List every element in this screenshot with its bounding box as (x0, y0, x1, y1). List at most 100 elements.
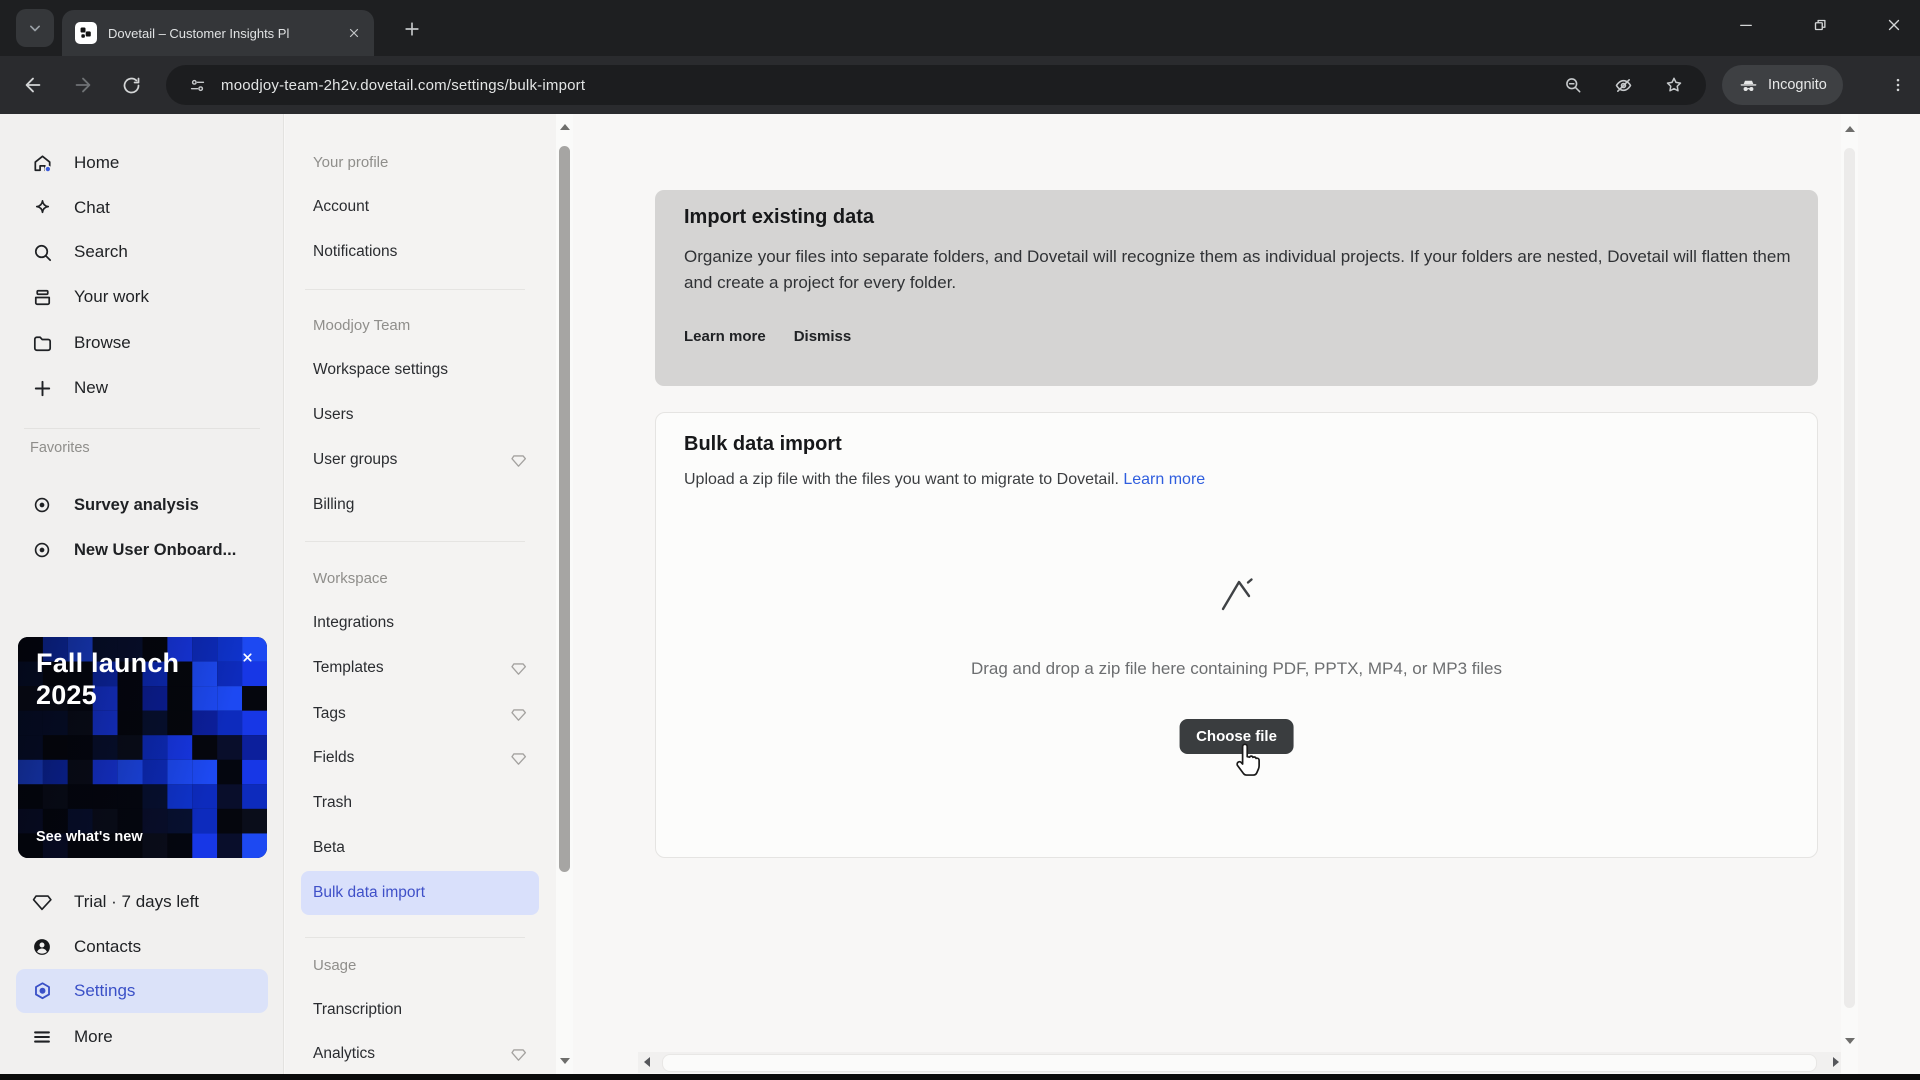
card-title: Bulk data import (684, 433, 842, 456)
gem-icon (510, 660, 527, 677)
sidebar-item-search[interactable]: Search (16, 232, 268, 272)
sidebar-item-contacts[interactable]: Contacts (16, 927, 268, 967)
app-sidebar: Home Chat Search Your work Browse N (0, 114, 284, 1074)
tab-search-button[interactable] (16, 9, 54, 47)
nav-item-workspace-settings[interactable]: Workspace settings (301, 352, 539, 388)
nav-item-label: Workspace settings (313, 361, 448, 379)
scroll-up-arrow-icon[interactable] (1845, 126, 1855, 132)
scroll-left-arrow-icon[interactable] (644, 1057, 650, 1067)
scroll-right-arrow-icon[interactable] (1833, 1057, 1839, 1067)
sidebar-item-home[interactable]: Home (16, 143, 268, 183)
zoom-out-icon[interactable] (1563, 75, 1583, 95)
sidebar-item-label: Contacts (74, 937, 141, 957)
main-scrollbar[interactable] (1841, 114, 1858, 1074)
learn-more-link[interactable]: Learn more (1123, 471, 1205, 488)
address-bar[interactable]: moodjoy-team-2h2v.dovetail.com/settings/… (166, 65, 1706, 105)
sidebar-item-your-work[interactable]: Your work (16, 277, 268, 317)
sidebar-item-more[interactable]: More (16, 1017, 268, 1057)
close-button[interactable] (1882, 13, 1906, 37)
gem-icon (510, 1046, 527, 1063)
horizontal-scrollbar[interactable] (638, 1052, 1845, 1073)
nav-item-users[interactable]: Users (301, 397, 539, 433)
favorite-item-new-user-onboarding[interactable]: New User Onboard... (16, 530, 268, 570)
nav-item-fields[interactable]: Fields (301, 740, 539, 776)
scroll-up-arrow-icon[interactable] (560, 124, 570, 130)
nav-item-label: Trash (313, 794, 352, 812)
sidebar-item-label: Settings (74, 981, 135, 1001)
nav-item-beta[interactable]: Beta (301, 830, 539, 866)
address-bar-actions (1563, 75, 1692, 96)
minimize-button[interactable] (1734, 13, 1758, 37)
sparkle-icon (30, 196, 54, 220)
nav-item-templates[interactable]: Templates (301, 650, 539, 686)
promo-card[interactable]: Fall launch 2025 See what's new (18, 637, 267, 858)
nav-item-tags[interactable]: Tags (301, 696, 539, 732)
dropzone-text: Drag and drop a zip file here containing… (656, 659, 1817, 679)
scrollbar-thumb[interactable] (662, 1054, 1817, 1072)
nav-item-user-groups[interactable]: User groups (301, 442, 539, 478)
browser-toolbar: moodjoy-team-2h2v.dovetail.com/settings/… (0, 56, 1920, 114)
nav-item-analytics[interactable]: Analytics (301, 1036, 539, 1072)
scrollbar-thumb[interactable] (559, 146, 570, 872)
reload-icon (121, 75, 142, 96)
sidebar-item-label: Trial · 7 days left (74, 892, 199, 912)
plus-icon (402, 19, 422, 39)
sidebar-divider (24, 428, 260, 429)
reload-button[interactable] (112, 66, 150, 104)
eye-hidden-icon[interactable] (1613, 75, 1634, 96)
nav-item-label: Account (313, 198, 369, 216)
nav-item-billing[interactable]: Billing (301, 487, 539, 523)
browser-menu-button[interactable] (1880, 66, 1916, 104)
forward-button[interactable] (64, 66, 102, 104)
favorite-item-survey-analysis[interactable]: Survey analysis (16, 485, 268, 525)
nav-divider (305, 289, 525, 290)
settings-nav-scrollbar[interactable] (556, 114, 573, 1074)
nav-item-label: Analytics (313, 1045, 375, 1063)
scroll-down-arrow-icon[interactable] (1845, 1038, 1855, 1044)
nav-section-moodjoy-team: Moodjoy Team (301, 307, 539, 343)
incognito-badge: Incognito (1722, 65, 1843, 105)
favorite-item-label: Survey analysis (74, 496, 199, 515)
settings-nav: Your profile Account Notifications Moodj… (285, 114, 556, 1074)
window-controls (1734, 0, 1906, 50)
browser-tab[interactable]: Dovetail – Customer Insights Pl (62, 10, 374, 56)
nav-item-label: Bulk data import (313, 884, 425, 902)
main-content: Import existing data Organize your files… (573, 114, 1920, 1074)
sidebar-item-trial[interactable]: Trial · 7 days left (16, 882, 268, 922)
sidebar-item-browse[interactable]: Browse (16, 323, 268, 363)
promo-cta-link[interactable]: See what's new (36, 829, 143, 845)
sidebar-item-settings[interactable]: Settings (16, 969, 268, 1013)
dovetail-favicon-icon (75, 22, 97, 44)
nav-item-trash[interactable]: Trash (301, 785, 539, 821)
card-subtitle-text: Upload a zip file with the files you wan… (684, 471, 1119, 488)
target-icon (30, 493, 54, 517)
new-tab-button[interactable] (396, 13, 428, 45)
banner-body: Organize your files into separate folder… (684, 244, 1794, 296)
three-dot-menu-icon (1889, 76, 1907, 94)
nav-item-notifications[interactable]: Notifications (301, 234, 539, 270)
favorite-item-label: New User Onboard... (74, 541, 236, 560)
restore-button[interactable] (1808, 13, 1832, 37)
promo-close-icon[interactable] (237, 647, 257, 667)
nav-item-account[interactable]: Account (301, 189, 539, 225)
gem-icon (30, 890, 54, 914)
learn-more-link[interactable]: Learn more (684, 328, 766, 345)
gem-icon (510, 706, 527, 723)
sidebar-item-chat[interactable]: Chat (16, 188, 268, 228)
scrollbar-thumb[interactable] (1844, 148, 1855, 1008)
browser-window: Dovetail – Customer Insights Pl (0, 0, 1920, 1080)
forward-arrow-icon (72, 74, 94, 96)
nav-item-label: Tags (313, 705, 346, 723)
back-button[interactable] (14, 66, 52, 104)
scroll-down-arrow-icon[interactable] (560, 1058, 570, 1064)
site-info-icon[interactable] (188, 76, 207, 95)
sidebar-item-label: Your work (74, 287, 149, 307)
sidebar-item-new[interactable]: New (16, 368, 268, 408)
bookmark-star-icon[interactable] (1664, 75, 1684, 95)
nav-item-transcription[interactable]: Transcription (301, 992, 539, 1028)
nav-item-bulk-data-import[interactable]: Bulk data import (301, 871, 539, 915)
dismiss-link[interactable]: Dismiss (794, 328, 852, 345)
nav-section-workspace: Workspace (301, 560, 539, 596)
tab-close-icon[interactable] (344, 23, 364, 43)
nav-item-integrations[interactable]: Integrations (301, 605, 539, 641)
